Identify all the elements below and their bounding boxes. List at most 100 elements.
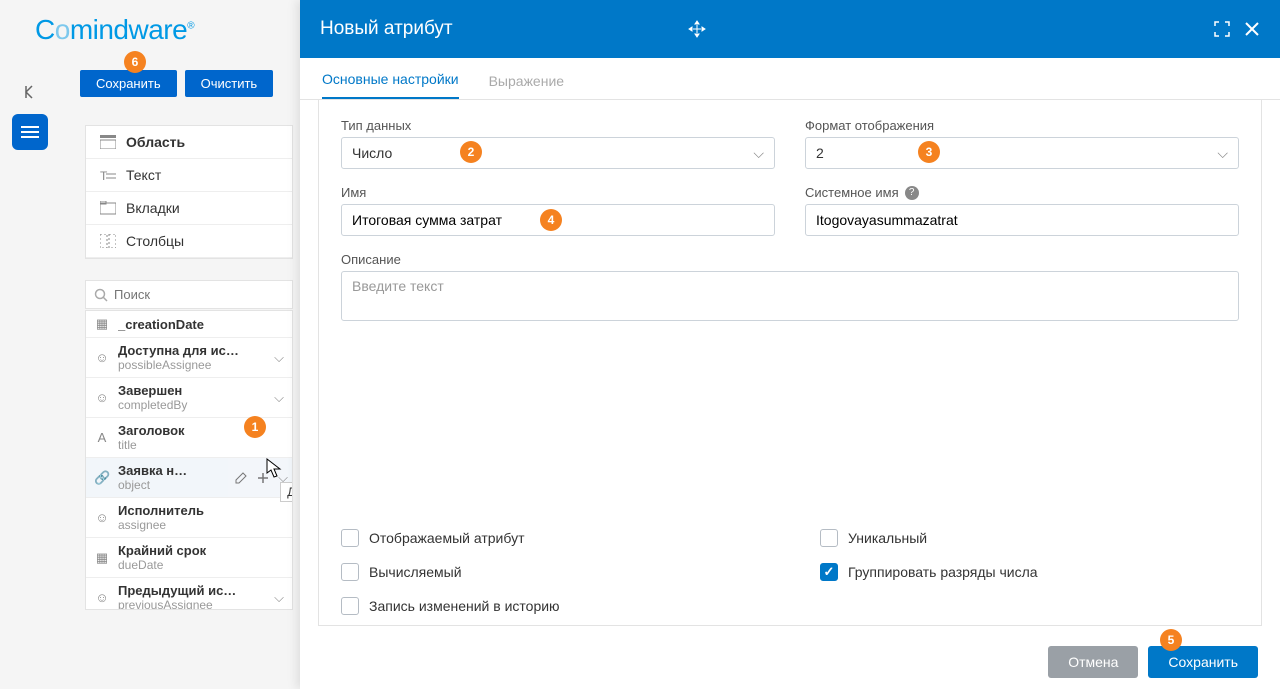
edit-icon[interactable]	[234, 471, 248, 485]
menu-button[interactable]	[12, 114, 48, 150]
label-format: Формат отображения	[805, 118, 1239, 133]
tab-main-settings[interactable]: Основные настройки	[322, 71, 459, 99]
tabs-icon	[100, 201, 116, 215]
elem-columns-label: Столбцы	[126, 233, 184, 249]
nav-rail	[0, 0, 60, 689]
badge-1: 1	[244, 416, 266, 438]
attr-name: Завершен	[118, 383, 266, 398]
label-sysname-row: Системное имя ?	[805, 185, 1239, 200]
attr-sys: possibleAssignee	[118, 358, 266, 372]
chevron-down-icon[interactable]: ⌵	[274, 350, 284, 366]
badge-4: 4	[540, 209, 562, 231]
attr-row-possibleassignee[interactable]: ☺ Доступна для ис…possibleAssignee ⌵	[86, 338, 292, 378]
collapse-icon[interactable]	[18, 80, 42, 104]
attr-row-assignee[interactable]: ☺ Исполнительassignee	[86, 498, 292, 538]
check-unique[interactable]: Уникальный	[820, 529, 1239, 547]
attr-name: Исполнитель	[118, 503, 284, 518]
badge-5: 5	[1160, 629, 1182, 651]
cursor-icon	[266, 458, 284, 480]
chevron-down-icon[interactable]: ⌵	[274, 390, 284, 406]
check-calculated-label: Вычисляемый	[369, 564, 462, 580]
modal-title-text: Новый атрибут	[320, 18, 453, 40]
attr-row-previousassignee[interactable]: ☺ Предыдущий ис…previousAssignee ⌵	[86, 578, 292, 610]
save-button[interactable]: Сохранить	[80, 70, 177, 97]
cancel-button[interactable]: Отмена	[1048, 646, 1138, 678]
modal-footer: Отмена Сохранить	[300, 634, 1280, 689]
textarea-desc[interactable]: Введите текст	[341, 271, 1239, 321]
attr-sys: completedBy	[118, 398, 266, 412]
select-format-value: 2	[816, 145, 824, 161]
modal-form: Тип данных Число ⌵ Формат отображения 2 …	[318, 100, 1262, 626]
input-sysname-wrapper	[805, 204, 1239, 236]
clear-button[interactable]: Очистить	[185, 70, 274, 97]
label-sysname: Системное имя	[805, 185, 899, 200]
svg-text:T: T	[100, 169, 108, 182]
attr-row-completedby[interactable]: ☺ ЗавершенcompletedBy ⌵	[86, 378, 292, 418]
input-sysname[interactable]	[816, 212, 1228, 228]
logo-registered: ®	[187, 21, 194, 32]
check-displayable-label: Отображаемый атрибут	[369, 530, 524, 546]
search-input[interactable]	[114, 287, 284, 302]
elem-tabs-label: Вкладки	[126, 200, 180, 216]
label-name: Имя	[341, 185, 775, 200]
link-icon: 🔗	[94, 470, 110, 486]
new-attribute-modal: Новый атрибут Основные настройки Выражен…	[300, 0, 1280, 689]
attr-name: _creationDate	[118, 317, 284, 332]
attr-name: Крайний срок	[118, 543, 284, 558]
logo: Comindware®	[35, 10, 265, 50]
check-history[interactable]: Запись изменений в историю	[341, 597, 760, 615]
search-row	[85, 280, 293, 309]
help-icon[interactable]: ?	[905, 186, 919, 200]
attr-row-duedate[interactable]: ▦ Крайний срокdueDate	[86, 538, 292, 578]
attr-sys: assignee	[118, 518, 284, 532]
check-history-label: Запись изменений в историю	[369, 598, 560, 614]
elem-columns[interactable]: Столбцы	[86, 225, 292, 258]
check-unique-label: Уникальный	[848, 530, 927, 546]
user-icon: ☺	[94, 390, 110, 405]
select-datatype-value: Число	[352, 145, 392, 161]
columns-icon	[100, 234, 116, 248]
close-icon[interactable]	[1244, 21, 1260, 37]
date-icon: ▦	[94, 550, 110, 566]
maximize-icon[interactable]	[1214, 21, 1230, 37]
chevron-down-icon: ⌵	[753, 145, 764, 162]
search-icon	[94, 288, 108, 302]
user-icon: ☺	[94, 590, 110, 605]
text-icon: T	[100, 168, 116, 182]
attr-name: Предыдущий ис…	[118, 583, 266, 598]
label-datatype: Тип данных	[341, 118, 775, 133]
check-group-label: Группировать разряды числа	[848, 564, 1038, 580]
elements-panel: Область T Текст Вкладки Столбцы	[85, 125, 293, 259]
text-a-icon: A	[94, 430, 110, 445]
chevron-down-icon[interactable]: ⌵	[274, 590, 284, 606]
select-datatype[interactable]: Число ⌵	[341, 137, 775, 169]
elem-tabs[interactable]: Вкладки	[86, 192, 292, 225]
move-icon[interactable]	[688, 20, 706, 38]
attr-row-object[interactable]: 🔗 Заявка н…object ⌵ Доб	[86, 458, 292, 498]
attr-name: Доступна для ис…	[118, 343, 266, 358]
attr-sys: title	[118, 438, 284, 452]
attr-sys: previousAssignee	[118, 598, 266, 610]
elem-text-label: Текст	[126, 167, 161, 183]
modal-header: Новый атрибут	[300, 0, 1280, 58]
attr-row-creationdate[interactable]: ▦ _creationDate	[86, 311, 292, 338]
attr-sys: dueDate	[118, 558, 284, 572]
select-format[interactable]: 2 ⌵	[805, 137, 1239, 169]
badge-2: 2	[460, 141, 482, 163]
check-displayable[interactable]: Отображаемый атрибут	[341, 529, 760, 547]
badge-6: 6	[124, 51, 146, 73]
elem-text[interactable]: T Текст	[86, 159, 292, 192]
check-calculated[interactable]: Вычисляемый	[341, 563, 760, 581]
check-group-digits[interactable]: Группировать разряды числа	[820, 563, 1239, 581]
chevron-down-icon: ⌵	[1217, 145, 1228, 162]
user-icon: ☺	[94, 510, 110, 525]
badge-3: 3	[918, 141, 940, 163]
tab-expression[interactable]: Выражение	[489, 73, 564, 99]
user-icon: ☺	[94, 350, 110, 365]
area-icon	[100, 135, 116, 149]
modal-save-button[interactable]: Сохранить	[1148, 646, 1258, 678]
main-toolbar: Сохранить Очистить	[80, 70, 273, 97]
logo-rest: mindware	[70, 14, 187, 45]
elem-area[interactable]: Область	[86, 126, 292, 159]
date-icon: ▦	[94, 316, 110, 332]
